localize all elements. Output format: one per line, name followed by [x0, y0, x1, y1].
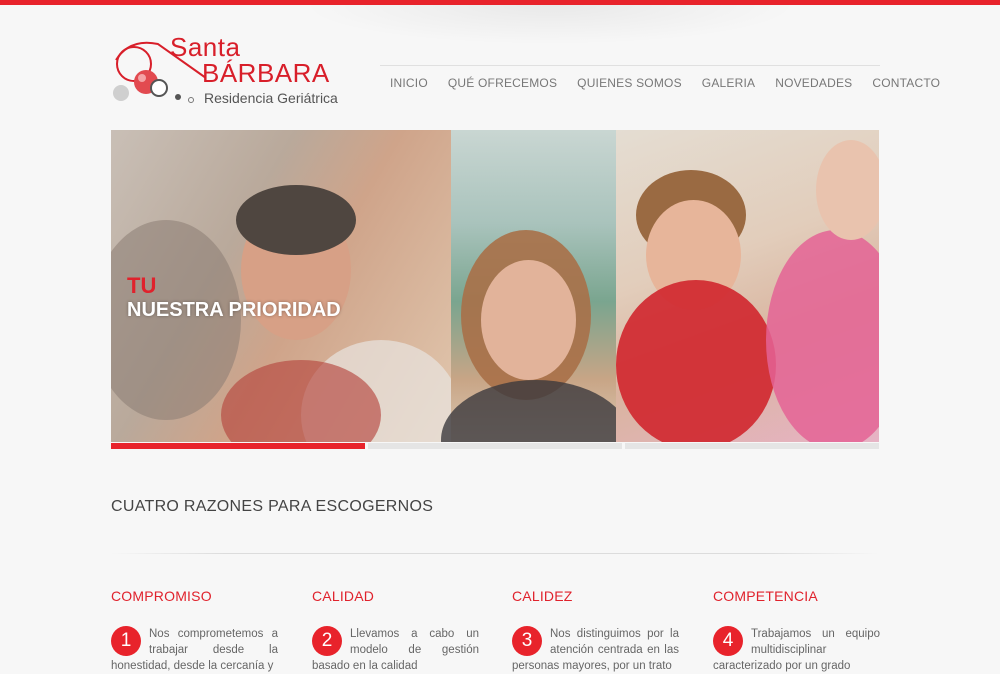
nav-item-contacto[interactable]: CONTACTO [862, 76, 950, 90]
reason-column: CALIDEZ 3 Nos distinguimos por la atenci… [512, 588, 679, 674]
reason-title: COMPETENCIA [713, 588, 818, 604]
header-shadow [300, 5, 800, 45]
hero-photo-right [616, 130, 879, 442]
logo-subtitle: Residencia Geriátrica [204, 90, 338, 106]
reason-title: CALIDAD [312, 588, 375, 604]
reason-column: COMPETENCIA 4 Trabajamos un equipo multi… [713, 588, 880, 674]
reason-column: COMPROMISO 1 Nos comprometemos a trabaja… [111, 588, 278, 674]
logo-line2: BÁRBARA [202, 58, 330, 88]
slider-dot-1[interactable] [111, 443, 365, 449]
slider-dot-3[interactable] [625, 443, 879, 449]
reason-column: CALIDAD 2 Llevamos a cabo un modelo de g… [312, 588, 479, 674]
hero-slider[interactable]: TU NUESTRA PRIORIDAD [111, 130, 879, 442]
main-nav: INICIO QUÉ OFRECEMOS QUIENES SOMOS GALER… [380, 65, 940, 90]
section-divider [111, 553, 879, 554]
hero-photo-center [441, 130, 631, 442]
hero-caption: TU NUESTRA PRIORIDAD [127, 273, 341, 323]
number-badge: 1 [111, 626, 141, 656]
hero-caption-line2: NUESTRA PRIORIDAD [127, 299, 341, 321]
nav-item-inicio[interactable]: INICIO [380, 76, 438, 90]
nav-item-novedades[interactable]: NOVEDADES [765, 76, 862, 90]
logo-line1: Santa [170, 32, 241, 62]
slider-dot-2[interactable] [368, 443, 622, 449]
hero-caption-line1: TU [127, 273, 157, 298]
site-logo[interactable]: Santa BÁRBARA Residencia Geriátrica [112, 34, 342, 112]
section-title: CUATRO RAZONES PARA ESCOGERNOS [111, 498, 434, 515]
nav-item-galeria[interactable]: GALERIA [692, 76, 765, 90]
reason-title: CALIDEZ [512, 588, 573, 604]
nav-item-quienes-somos[interactable]: QUIENES SOMOS [567, 76, 692, 90]
number-badge: 3 [512, 626, 542, 656]
number-badge: 2 [312, 626, 342, 656]
reason-title: COMPROMISO [111, 588, 212, 604]
nav-item-que-ofrecemos[interactable]: QUÉ OFRECEMOS [438, 76, 567, 90]
number-badge: 4 [713, 626, 743, 656]
slider-progress [111, 443, 879, 449]
